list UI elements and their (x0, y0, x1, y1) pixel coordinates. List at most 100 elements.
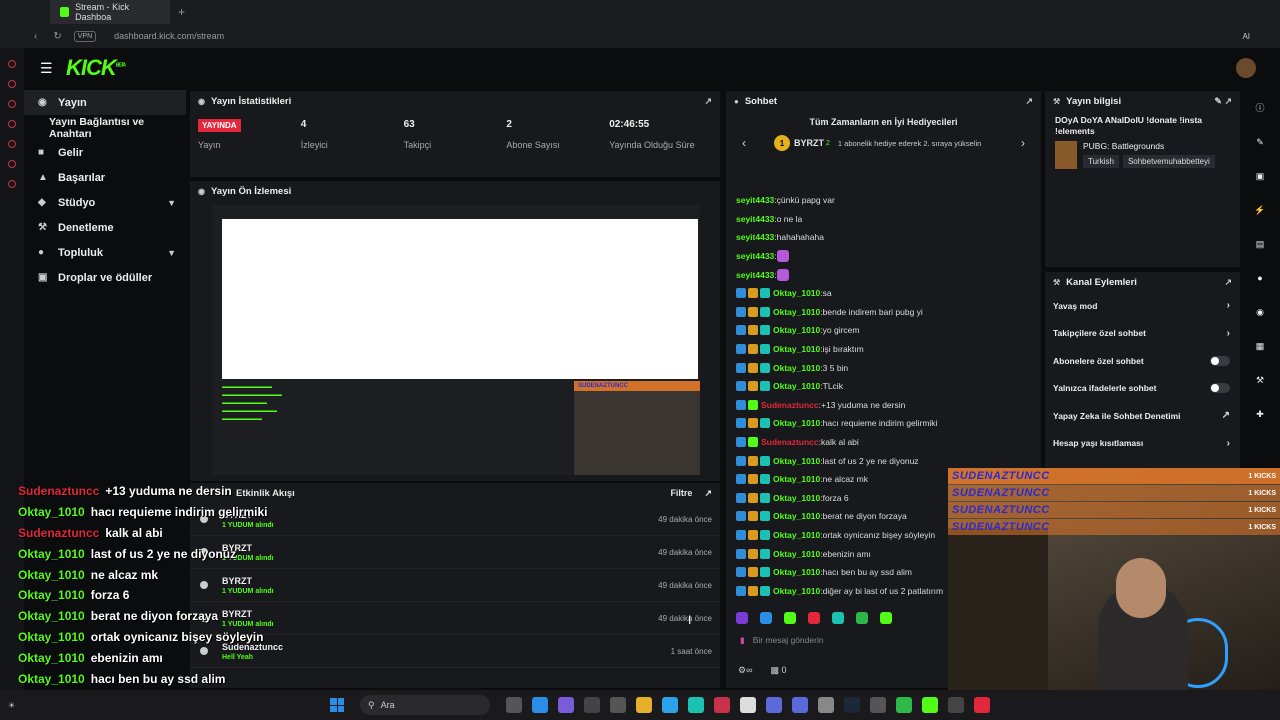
app-icon[interactable] (662, 697, 678, 713)
sidebar-app-icon[interactable] (8, 80, 16, 88)
emote-icon[interactable] (808, 612, 820, 624)
chat-username[interactable]: Oktay_1010 (773, 567, 820, 577)
app-icon[interactable] (792, 697, 808, 713)
emote-icon[interactable] (856, 612, 868, 624)
chat-username[interactable]: seyit4433 (736, 232, 774, 242)
badge-icon[interactable] (748, 418, 758, 429)
badge-icon[interactable] (760, 529, 770, 540)
subscribers-only-toggle[interactable] (1210, 355, 1230, 366)
badge-icon[interactable] (748, 288, 758, 299)
chevron-right-icon[interactable]: › (1011, 136, 1035, 150)
chat-username[interactable]: Oktay_1010 (773, 307, 820, 317)
badge-icon[interactable] (760, 585, 770, 596)
badge-icon[interactable] (736, 455, 746, 466)
ai-button[interactable]: AI (1242, 32, 1250, 41)
app-icon[interactable] (870, 697, 886, 713)
start-icon[interactable] (330, 698, 344, 712)
badge-icon[interactable] (760, 344, 770, 355)
sidebar-app-icon[interactable] (8, 60, 16, 68)
app-icon[interactable] (610, 697, 626, 713)
chat-username[interactable]: Oktay_1010 (773, 530, 820, 540)
nav-item-topluluk[interactable]: ● Topluluk ▼ (24, 240, 186, 265)
badge-icon[interactable] (748, 381, 758, 392)
chat-username[interactable]: Oktay_1010 (773, 363, 820, 373)
taskbar-search[interactable]: ⚲ Ara (360, 695, 490, 715)
tag[interactable]: Sohbetvemuhabbetteyi (1122, 155, 1215, 168)
broadcast-icon[interactable]: ◉ (1248, 295, 1272, 329)
folder-icon[interactable] (636, 697, 652, 713)
sidebar-app-icon[interactable] (8, 160, 16, 168)
badge-icon[interactable] (760, 306, 770, 317)
badge-icon[interactable] (736, 437, 746, 448)
app-icon[interactable] (896, 697, 912, 713)
sidebar-app-icon[interactable] (8, 180, 16, 188)
badge-icon[interactable] (748, 548, 758, 559)
reload-icon[interactable]: ↻ (53, 31, 61, 42)
edit-icon[interactable]: ✎ (1248, 125, 1272, 159)
badge-icon[interactable] (748, 325, 758, 336)
emote-icon[interactable] (880, 612, 892, 624)
chat-username[interactable]: Oktay_1010 (773, 511, 820, 521)
chat-username[interactable]: Oktay_1010 (773, 344, 820, 354)
app-icon[interactable] (740, 697, 756, 713)
chat-username[interactable]: Sudenaztuncc (761, 437, 819, 447)
game-name[interactable]: PUBG: Battlegrounds (1083, 141, 1215, 151)
badge-icon[interactable] (748, 362, 758, 373)
chat-username[interactable]: seyit4433 (736, 251, 774, 261)
badge-icon[interactable] (736, 418, 746, 429)
emote-icon[interactable] (760, 612, 772, 624)
badge-icon[interactable] (748, 306, 758, 317)
badge-icon[interactable] (736, 548, 746, 559)
badge-icon[interactable] (748, 399, 758, 410)
badge-icon[interactable] (760, 492, 770, 503)
badge-icon[interactable] (760, 474, 770, 485)
popout-icon[interactable]: ↗ (704, 96, 712, 107)
badge-icon[interactable] (736, 381, 746, 392)
app-icon[interactable] (688, 697, 704, 713)
badge-icon[interactable] (736, 362, 746, 373)
url-field[interactable]: dashboard.kick.com/stream (114, 31, 224, 41)
info-icon[interactable]: ⓘ (1248, 91, 1272, 125)
badge-icon[interactable] (748, 474, 758, 485)
weather-icon[interactable]: ☀ (8, 701, 15, 710)
badge-icon[interactable] (736, 511, 746, 522)
chat-username[interactable]: seyit4433 (736, 270, 774, 280)
app-icon[interactable] (584, 697, 600, 713)
browser-tab[interactable]: Stream - Kick Dashboa (50, 0, 170, 24)
points-display[interactable]: ▩ 0 (770, 665, 786, 676)
badge-icon[interactable] (748, 511, 758, 522)
popout-icon[interactable]: ↗ (1224, 277, 1232, 288)
popout-icon[interactable]: ↗ (1025, 96, 1033, 107)
emote-icon[interactable] (832, 612, 844, 624)
badge-icon[interactable] (760, 511, 770, 522)
filter-button[interactable]: Filtre (670, 488, 692, 498)
app-icon[interactable] (766, 697, 782, 713)
menu-icon[interactable]: ☰ (40, 60, 53, 77)
wrench-icon[interactable]: ⚒ (1248, 363, 1272, 397)
badge-icon[interactable] (736, 288, 746, 299)
nav-item-stream-key[interactable]: Yayın Bağlantısı ve Anahtarı (24, 115, 186, 140)
chat-username[interactable]: Oktay_1010 (773, 493, 820, 503)
chat-username[interactable]: Oktay_1010 (773, 418, 820, 428)
slow-mode-item[interactable]: Yavaş mod › (1045, 292, 1240, 320)
account-age-item[interactable]: Hesap yaşı kısıtlaması › (1045, 430, 1240, 458)
nav-item-studyo[interactable]: ◆ Stüdyo ▼ (24, 190, 186, 215)
chat-username[interactable]: Oktay_1010 (773, 474, 820, 484)
chat-username[interactable]: Oktay_1010 (773, 288, 820, 298)
app-icon[interactable] (922, 697, 938, 713)
expand-icon[interactable]: ▣ (1248, 159, 1272, 193)
app-icon[interactable] (532, 697, 548, 713)
sidebar-app-icon[interactable] (8, 100, 16, 108)
app-icon[interactable] (974, 697, 990, 713)
badge-icon[interactable] (760, 381, 770, 392)
chat-username[interactable]: Oktay_1010 (773, 381, 820, 391)
badge-icon[interactable] (760, 362, 770, 373)
nav-item-yayin[interactable]: ◉ Yayın (24, 90, 186, 115)
emote-icon[interactable] (736, 612, 748, 624)
app-icon[interactable] (506, 697, 522, 713)
badge-icon[interactable] (736, 325, 746, 336)
chat-username[interactable]: Oktay_1010 (773, 325, 820, 335)
chat-username[interactable]: Oktay_1010 (773, 456, 820, 466)
badge-icon[interactable] (760, 325, 770, 336)
lightning-icon[interactable]: ⚡ (1248, 193, 1272, 227)
